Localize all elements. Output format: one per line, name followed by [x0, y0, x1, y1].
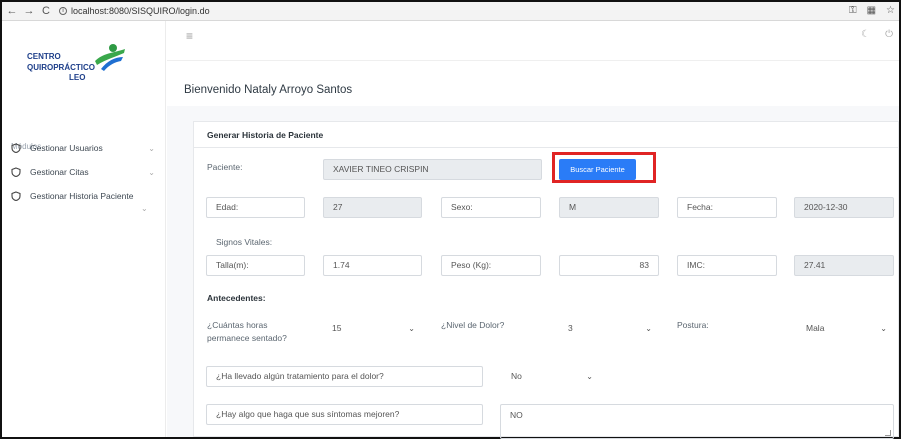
improve-textarea[interactable]: NO	[500, 404, 894, 439]
treatment-question-box: ¿Ha llevado algún tratamiento para el do…	[206, 366, 483, 387]
info-icon[interactable]: i	[59, 7, 67, 15]
chevron-down-icon: ⌄	[586, 372, 593, 381]
url-text: localhost:8080/SISQUIRO/login.do	[71, 6, 210, 16]
top-header: ≡ ☾ ⏻	[167, 21, 899, 61]
date-label-box: Fecha:	[677, 197, 777, 218]
sidebar-item-citas[interactable]: Gestionar Citas ⌄	[11, 167, 161, 177]
address-bar[interactable]: i localhost:8080/SISQUIRO/login.do	[59, 6, 210, 16]
patient-field[interactable]: XAVIER TINEO CRISPIN	[323, 159, 542, 180]
hours-question-line2: permanece sentado?	[207, 333, 287, 343]
hours-select[interactable]: 15 ⌄	[323, 318, 422, 339]
sidebar-item-label: Gestionar Citas	[30, 167, 89, 177]
resize-handle-icon[interactable]	[885, 430, 891, 436]
shield-icon	[11, 143, 21, 153]
theme-toggle-icon[interactable]: ☾	[861, 29, 870, 40]
chevron-down-icon: ⌄	[148, 167, 155, 177]
sidebar: CENTRO QUIROPRÁCTICO LEO Módulos Gestion…	[2, 21, 166, 437]
back-icon[interactable]: ←	[5, 5, 19, 17]
date-field[interactable]: 2020-12-30	[794, 197, 894, 218]
chevron-down-icon: ⌄	[645, 324, 652, 333]
logo[interactable]: CENTRO QUIROPRÁCTICO LEO	[27, 31, 157, 91]
form-card	[193, 121, 899, 437]
reload-icon[interactable]: C	[39, 5, 53, 17]
pain-level-value: 3	[568, 323, 573, 333]
welcome-message: Bienvenido Nataly Arroyo Santos	[184, 84, 353, 96]
pain-level-select[interactable]: 3 ⌄	[559, 318, 659, 339]
shield-icon	[11, 167, 21, 177]
bmi-label-box: IMC:	[677, 255, 777, 276]
forward-icon[interactable]: →	[22, 5, 36, 17]
bmi-field[interactable]: 27.41	[794, 255, 894, 276]
browser-toolbar: ← → C i localhost:8080/SISQUIRO/login.do…	[2, 2, 899, 21]
chevron-down-icon: ⌄	[880, 324, 887, 333]
logo-text-line1: CENTRO	[27, 52, 61, 61]
hours-question-line1: ¿Cuántas horas	[207, 320, 268, 330]
logo-figure-icon	[95, 44, 125, 71]
sidebar-item-usuarios[interactable]: Gestionar Usuarios ⌄	[11, 143, 161, 153]
weight-field[interactable]: 83	[559, 255, 659, 276]
chevron-down-icon: ⌄	[408, 324, 415, 333]
logo-text-line2: QUIROPRÁCTICO	[27, 63, 95, 72]
antecedentes-heading: Antecedentes:	[207, 293, 266, 303]
height-field[interactable]: 1.74	[323, 255, 422, 276]
key-icon[interactable]: ⚿	[849, 5, 857, 16]
vitals-label: Signos Vitales:	[216, 237, 273, 247]
translate-icon[interactable]: ▦	[867, 5, 876, 16]
improve-question-box: ¿Hay algo que haga que sus síntomas mejo…	[206, 404, 483, 425]
posture-value: Mala	[806, 323, 825, 333]
age-field[interactable]: 27	[323, 197, 422, 218]
chevron-down-icon[interactable]: ⌄	[141, 204, 148, 213]
logo-text-line3: LEO	[69, 73, 86, 82]
weight-label-box: Peso (Kg):	[441, 255, 541, 276]
hamburger-menu-icon[interactable]: ≡	[186, 29, 193, 43]
pain-level-label: ¿Nivel de Dolor?	[441, 320, 505, 330]
treatment-value: No	[511, 371, 522, 381]
treatment-select[interactable]: No ⌄	[502, 366, 600, 387]
improve-value: NO	[510, 410, 523, 420]
sex-field[interactable]: M	[559, 197, 659, 218]
star-icon[interactable]: ☆	[886, 5, 895, 16]
power-icon[interactable]: ⏻	[885, 29, 893, 40]
sex-label-box: Sexo:	[441, 197, 541, 218]
chevron-down-icon: ⌄	[148, 143, 155, 153]
card-header: Generar Historia de Paciente	[193, 121, 899, 148]
sidebar-item-label: Gestionar Historia Paciente	[30, 191, 134, 201]
card-title: Generar Historia de Paciente	[207, 130, 324, 140]
highlight-box	[552, 152, 656, 183]
patient-label: Paciente:	[207, 162, 243, 172]
sidebar-item-label: Gestionar Usuarios	[30, 143, 103, 153]
age-label-box: Edad:	[206, 197, 305, 218]
posture-select[interactable]: Mala ⌄	[797, 318, 894, 339]
sidebar-item-historia[interactable]: Gestionar Historia Paciente	[11, 191, 161, 201]
shield-icon	[11, 191, 21, 201]
hours-select-value: 15	[332, 323, 342, 333]
height-label-box: Talla(m):	[206, 255, 305, 276]
posture-label: Postura:	[677, 320, 709, 330]
